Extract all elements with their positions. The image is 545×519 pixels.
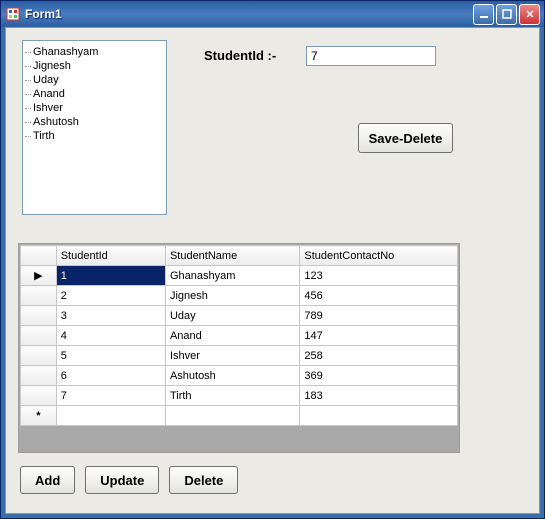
table-row[interactable]: ▶1Ghanashyam123 (21, 266, 458, 286)
tree-item[interactable]: Ashutosh (29, 115, 160, 129)
app-icon (5, 6, 21, 22)
update-button[interactable]: Update (85, 466, 159, 494)
grid-cell[interactable] (56, 406, 165, 426)
studentid-input[interactable] (306, 46, 436, 66)
grid-cell[interactable]: 1 (56, 266, 165, 286)
studentid-label: StudentId :- (204, 48, 276, 63)
row-header[interactable] (21, 286, 57, 306)
grid-cell[interactable]: 258 (300, 346, 458, 366)
grid-cell[interactable]: 456 (300, 286, 458, 306)
row-header[interactable]: ▶ (21, 266, 57, 286)
grid-cell[interactable]: Jignesh (165, 286, 299, 306)
tree-item[interactable]: Uday (29, 73, 160, 87)
row-header[interactable] (21, 346, 57, 366)
window-frame: Form1 GhanashyamJigneshUdayAnandIshverAs… (0, 0, 545, 519)
grid-header-studentid[interactable]: StudentId (56, 246, 165, 266)
grid-cell[interactable]: Ishver (165, 346, 299, 366)
grid-cell[interactable]: 5 (56, 346, 165, 366)
grid-cell[interactable] (300, 406, 458, 426)
grid-cell[interactable]: Ghanashyam (165, 266, 299, 286)
grid-header-contactno[interactable]: StudentContactNo (300, 246, 458, 266)
grid-cell[interactable]: 183 (300, 386, 458, 406)
tree-item[interactable]: Ghanashyam (29, 45, 160, 59)
delete-button[interactable]: Delete (169, 466, 238, 494)
tree-item[interactable]: Ishver (29, 101, 160, 115)
tree-item[interactable]: Anand (29, 87, 160, 101)
grid-cell[interactable]: Uday (165, 306, 299, 326)
row-header[interactable] (21, 306, 57, 326)
minimize-button[interactable] (473, 4, 494, 25)
grid-cell[interactable]: 6 (56, 366, 165, 386)
grid-cell[interactable]: 2 (56, 286, 165, 306)
titlebar: Form1 (1, 1, 544, 27)
grid-cell[interactable]: 3 (56, 306, 165, 326)
grid-corner[interactable] (21, 246, 57, 266)
tree-item[interactable]: Tirth (29, 129, 160, 143)
grid-cell[interactable] (165, 406, 299, 426)
grid-cell[interactable]: Ashutosh (165, 366, 299, 386)
table-row[interactable]: 6Ashutosh369 (21, 366, 458, 386)
grid-cell[interactable]: 147 (300, 326, 458, 346)
minimize-icon (479, 9, 489, 19)
grid-header-studentname[interactable]: StudentName (165, 246, 299, 266)
grid-cell[interactable]: Tirth (165, 386, 299, 406)
close-button[interactable] (519, 4, 540, 25)
add-button[interactable]: Add (20, 466, 75, 494)
grid-cell[interactable]: 4 (56, 326, 165, 346)
client-area: GhanashyamJigneshUdayAnandIshverAshutosh… (5, 27, 540, 514)
table-row[interactable]: 4Anand147 (21, 326, 458, 346)
maximize-icon (502, 9, 512, 19)
tree-item[interactable]: Jignesh (29, 59, 160, 73)
grid-cell[interactable]: 369 (300, 366, 458, 386)
row-header[interactable] (21, 386, 57, 406)
student-treeview[interactable]: GhanashyamJigneshUdayAnandIshverAshutosh… (22, 40, 167, 215)
grid-cell[interactable]: Anand (165, 326, 299, 346)
close-icon (525, 9, 535, 19)
table-new-row[interactable]: * (21, 406, 458, 426)
row-header[interactable] (21, 326, 57, 346)
table-row[interactable]: 7Tirth183 (21, 386, 458, 406)
table-row[interactable]: 2Jignesh456 (21, 286, 458, 306)
table-row[interactable]: 3Uday789 (21, 306, 458, 326)
table-row[interactable]: 5Ishver258 (21, 346, 458, 366)
save-delete-button[interactable]: Save-Delete (358, 123, 453, 153)
grid-cell[interactable]: 123 (300, 266, 458, 286)
window-title: Form1 (25, 7, 473, 21)
grid-cell[interactable]: 7 (56, 386, 165, 406)
grid-cell[interactable]: 789 (300, 306, 458, 326)
maximize-button[interactable] (496, 4, 517, 25)
datagrid[interactable]: StudentId StudentName StudentContactNo ▶… (18, 243, 460, 453)
row-header[interactable] (21, 366, 57, 386)
row-header-new[interactable]: * (21, 406, 57, 426)
